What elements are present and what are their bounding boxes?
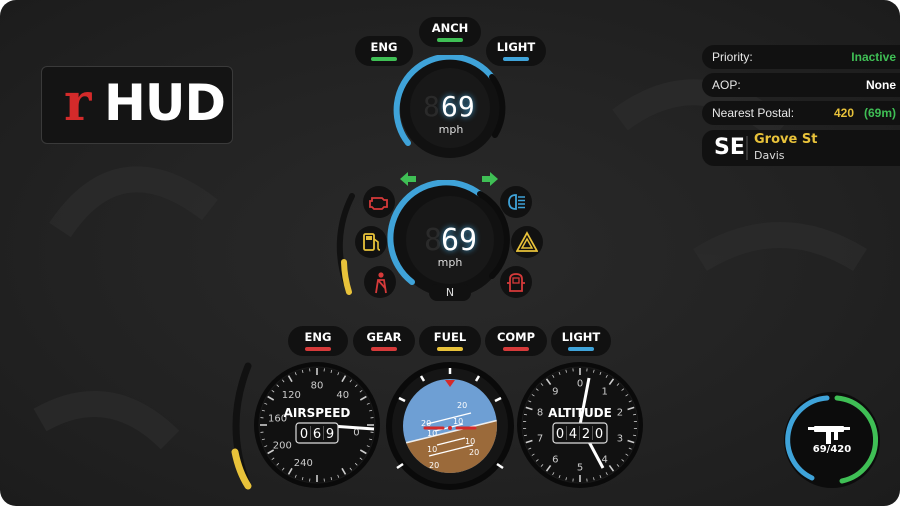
altitude-tick-label: 5 xyxy=(577,463,583,474)
street-name: Grove St xyxy=(754,132,818,147)
postal-distance: (69m) xyxy=(863,106,896,120)
fuel-gauge-fill xyxy=(341,259,352,295)
indicator-light: LIGHT xyxy=(551,326,611,356)
compass-direction: SE xyxy=(714,135,745,160)
pitch-label: 20 xyxy=(429,461,439,470)
altitude-tick xyxy=(632,434,637,437)
indicator-fuel: FUEL xyxy=(419,326,481,356)
airspeed-tick-label: 200 xyxy=(273,441,292,452)
indicator-light-bar xyxy=(305,347,331,351)
headlight-icon xyxy=(508,194,525,210)
pitch-label: 20 xyxy=(469,448,479,457)
indicator-light-bar xyxy=(568,347,594,351)
indicator-label: ENG xyxy=(304,330,332,344)
airspeed-digit: 9 xyxy=(326,427,334,442)
indicator-label: FUEL xyxy=(433,330,467,344)
altitude-tick-label: 2 xyxy=(617,408,623,419)
altitude-digit: 0 xyxy=(556,427,564,442)
altitude-tick-label: 1 xyxy=(601,387,607,398)
airspeed-tick-label: 120 xyxy=(282,390,301,401)
airspeed-tick-label: 240 xyxy=(294,458,313,469)
pitch-label: 20 xyxy=(457,401,467,410)
ammo-count: 69/420 xyxy=(812,444,852,455)
altitude-tick-label: 3 xyxy=(617,433,623,444)
ammo-gauge xyxy=(784,392,880,488)
attitude-indicator: 20 20 10 10 10 10 20 20 xyxy=(386,362,514,490)
indicator-label: LIGHT xyxy=(496,40,536,54)
pitch-label: 10 xyxy=(453,417,463,426)
indicator-light-bar xyxy=(503,347,529,351)
speed-value: 69 xyxy=(441,223,478,258)
indicator-label: ANCH xyxy=(431,21,469,35)
altitude-tick-label: 9 xyxy=(552,387,558,398)
indicator-label: GEAR xyxy=(366,330,402,344)
priority-value: Inactive xyxy=(851,50,896,64)
airspeed-digit: 6 xyxy=(313,427,321,442)
gear-indicator: N xyxy=(445,286,455,299)
indicator-light-bar xyxy=(437,347,463,351)
aop-label: AOP: xyxy=(712,78,741,92)
indicator-gear: GEAR xyxy=(353,326,415,356)
speed-ghost-digit: 8 xyxy=(423,90,440,123)
altitude-tick-label: 6 xyxy=(552,454,558,465)
airspeed-tick-label: 80 xyxy=(311,381,324,392)
fuel-pump-icon xyxy=(363,233,381,251)
seatbelt-icon xyxy=(375,272,387,294)
speed-value: 69 xyxy=(441,90,475,123)
indicator-compass: COMP xyxy=(485,326,547,356)
door-open-icon xyxy=(507,273,525,292)
altitude-tick-label: 0 xyxy=(577,379,583,390)
speed-unit: mph xyxy=(438,123,464,136)
pitch-label: 10 xyxy=(465,437,475,446)
altitude-tick xyxy=(523,413,528,416)
altitude-tick-label: 7 xyxy=(537,433,543,444)
pitch-label: 10 xyxy=(427,429,437,438)
speed-unit: mph xyxy=(437,256,463,269)
area-name: Davis xyxy=(754,149,785,162)
indicator-anchor: ANCH xyxy=(419,17,481,47)
priority-label: Priority: xyxy=(712,50,753,64)
altitude-tick xyxy=(523,434,528,437)
aop-value: None xyxy=(866,78,896,92)
altitude-tick-label: 8 xyxy=(537,408,543,419)
indicator-label: COMP xyxy=(496,330,536,344)
priority-row: Priority: Inactive xyxy=(702,45,900,69)
postal-row: Nearest Postal: 420 (69m) xyxy=(702,101,900,125)
check-engine-icon xyxy=(369,197,388,210)
altitude-digit: 2 xyxy=(582,427,590,442)
indicator-light-bar xyxy=(371,347,397,351)
airspeed-title: AIRSPEED xyxy=(284,406,351,420)
altitude-digit: 4 xyxy=(569,427,577,442)
pitch-label: 10 xyxy=(427,445,437,454)
indicator-engine: ENG xyxy=(288,326,348,356)
indicator-label: LIGHT xyxy=(561,330,601,344)
logo: r HUD xyxy=(41,66,233,144)
airspeed-indicator: 04080120160200240 AIRSPEED 0 6 9 xyxy=(254,362,380,488)
airspeed-digit: 0 xyxy=(300,427,308,442)
speed-ghost-digit: 8 xyxy=(424,223,443,258)
logo-text: HUD xyxy=(104,74,226,132)
location-panel: SE Grove St Davis xyxy=(702,130,900,166)
aop-row: AOP: None xyxy=(702,73,900,97)
postal-label: Nearest Postal: xyxy=(712,106,795,120)
hud-screen: r HUD ANCH ENG LIGHT 8 69 mph 8 69 mph N… xyxy=(0,0,900,506)
logo-r: r xyxy=(64,72,92,133)
hazard-icon xyxy=(516,231,538,252)
postal-value: 420 xyxy=(833,106,854,120)
airspeed-tick-label: 40 xyxy=(336,390,349,401)
altitude-tick xyxy=(632,413,637,416)
altitude-indicator: 0123456789 ALTITUDE 0 4 2 0 xyxy=(517,362,643,488)
indicator-light xyxy=(437,38,463,42)
altitude-digit: 0 xyxy=(595,427,603,442)
indicator-label: ENG xyxy=(370,40,398,54)
altitude-title: ALTITUDE xyxy=(548,406,612,420)
